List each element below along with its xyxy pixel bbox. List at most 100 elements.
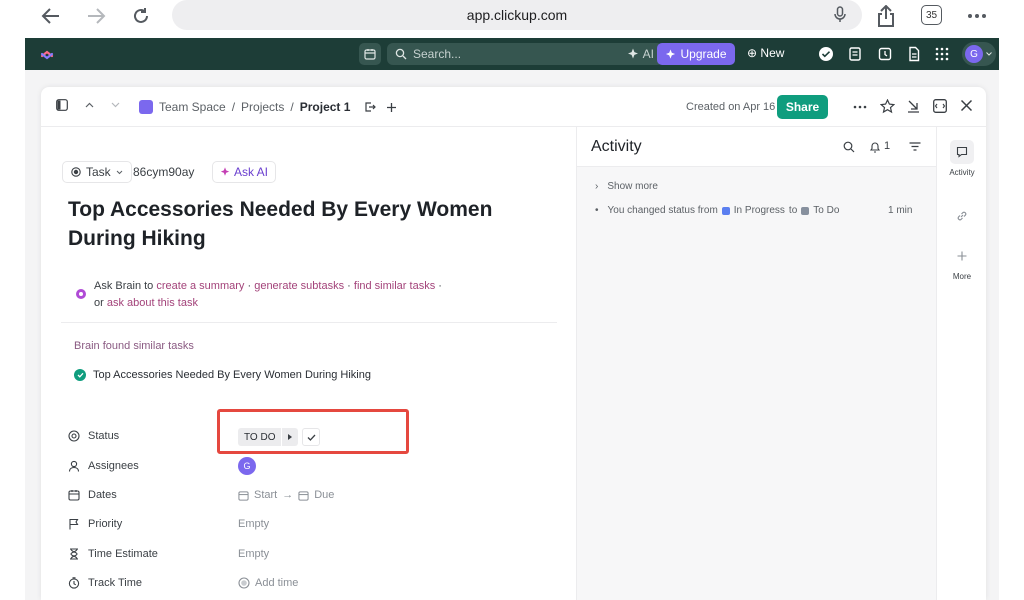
breadcrumb-folder[interactable]: Projects (241, 100, 284, 114)
document-icon[interactable] (906, 46, 922, 62)
screen-edge-left (0, 38, 25, 600)
due-date[interactable]: Due (314, 489, 334, 501)
field-assignees: Assignees G (68, 457, 528, 477)
calendar-due-icon (298, 490, 309, 501)
move-task-icon[interactable] (364, 101, 377, 113)
flag-icon (69, 518, 79, 530)
space-icon (139, 100, 153, 114)
modal-header: Team Space / Projects / Project 1 Create… (41, 87, 986, 127)
show-more-button[interactable]: › Show more (595, 181, 658, 192)
create-summary-link[interactable]: create a summary (156, 280, 244, 292)
similar-task-title: Top Accessories Needed By Every Women Du… (93, 369, 371, 381)
url-bar[interactable]: app.clickup.com (172, 0, 862, 30)
microphone-icon[interactable] (834, 6, 846, 23)
task-id[interactable]: 86cym90ay (133, 165, 194, 179)
global-search[interactable]: Search... AI (387, 43, 663, 65)
hourglass-icon (70, 548, 78, 560)
chevron-down-icon[interactable] (111, 102, 120, 108)
reload-button[interactable] (126, 4, 156, 28)
start-date[interactable]: Start (254, 489, 277, 501)
chevron-right-icon: › (595, 181, 599, 192)
separator-dot: · (347, 280, 351, 292)
dates-value[interactable]: Start → Due (238, 489, 334, 501)
more-rail-label[interactable]: More (937, 272, 986, 281)
chevron-up-icon[interactable] (85, 102, 94, 108)
share-sheet-button[interactable] (871, 4, 901, 28)
assignee-value[interactable]: G (238, 457, 256, 475)
search-ai-label[interactable]: AI (643, 47, 654, 61)
expand-icon[interactable] (933, 99, 947, 113)
share-upload-icon (878, 5, 894, 27)
similar-task-item[interactable]: Top Accessories Needed By Every Women Du… (74, 369, 371, 381)
minimize-icon[interactable] (907, 99, 920, 113)
filter-icon[interactable] (909, 142, 921, 151)
search-icon[interactable] (843, 141, 855, 153)
calendar-icon (364, 49, 376, 60)
from-status: In Progress (733, 205, 785, 216)
comment-icon (956, 146, 968, 158)
track-time-value[interactable]: Add time (238, 577, 298, 589)
activity-text: You changed status from (607, 205, 718, 216)
notepad-icon[interactable] (847, 46, 863, 62)
more-menu-button[interactable] (962, 4, 992, 28)
ask-brain-text: Ask Brain to create a summary · generate… (94, 278, 534, 312)
breadcrumb-space[interactable]: Team Space (159, 100, 226, 114)
task-type-selector[interactable]: Task (62, 161, 132, 183)
task-title[interactable]: Top Accessories Needed By Every Women Du… (68, 195, 538, 253)
task-modal: Team Space / Projects / Project 1 Create… (41, 87, 986, 600)
upgrade-sparkle-icon (666, 48, 676, 59)
timer-icon (68, 577, 80, 589)
activity-feed: › Show more • You changed status from In… (577, 167, 937, 600)
field-time-estimate: Time Estimate Empty (68, 545, 528, 565)
arrow-left-icon (41, 8, 59, 24)
apps-grid-icon[interactable] (934, 46, 950, 62)
to-status: To Do (813, 205, 840, 216)
check-circle-icon[interactable] (818, 46, 834, 62)
or-text: or (94, 297, 104, 309)
back-button[interactable] (36, 4, 66, 28)
user-avatar-menu[interactable]: G (962, 42, 996, 66)
calendar-button[interactable] (359, 43, 381, 65)
highlight-annotation-box (217, 409, 409, 454)
more-options-icon[interactable] (853, 105, 867, 109)
activity-entry: • You changed status from In Progress to… (595, 205, 925, 216)
upgrade-button[interactable]: Upgrade (657, 43, 735, 65)
activity-time: 1 min (888, 205, 913, 216)
priority-value[interactable]: Empty (238, 518, 269, 530)
generate-subtasks-link[interactable]: generate subtasks (254, 280, 344, 292)
link-icon[interactable] (956, 210, 968, 222)
star-icon[interactable] (880, 99, 895, 114)
browser-toolbar: app.clickup.com 35 (0, 0, 1024, 38)
check-circle-icon (74, 369, 86, 381)
ask-ai-button[interactable]: Ask AI (212, 161, 277, 183)
ask-brain-prefix: Ask Brain to (94, 280, 154, 292)
bell-icon[interactable] (869, 141, 881, 153)
close-icon[interactable] (960, 99, 973, 112)
plus-icon[interactable] (957, 251, 967, 261)
to-word: to (788, 205, 798, 216)
plus-icon[interactable] (386, 102, 397, 113)
separator-dot: · (438, 280, 442, 292)
activity-rail-button[interactable] (950, 140, 974, 164)
sidebar-toggle-icon[interactable] (56, 99, 68, 111)
task-type-label: Task (86, 165, 111, 179)
share-button[interactable]: Share (777, 95, 828, 119)
ask-about-task-link[interactable]: ask about this task (107, 297, 198, 309)
new-button[interactable]: ⊕ New (747, 46, 784, 60)
ellipsis-icon (968, 14, 986, 18)
ai-sparkle-icon (220, 167, 230, 176)
breadcrumb-separator: / (231, 100, 236, 114)
alarm-clock-icon[interactable] (877, 46, 893, 62)
forward-button[interactable] (81, 4, 111, 28)
activity-panel: Activity 1 › Show more • You changed sta… (576, 127, 937, 600)
tabs-button[interactable]: 35 (921, 5, 942, 25)
brain-icon (76, 289, 86, 299)
date-arrow: → (282, 489, 294, 501)
time-estimate-value[interactable]: Empty (238, 548, 269, 560)
find-similar-tasks-link[interactable]: find similar tasks (354, 280, 435, 292)
notification-count[interactable]: 1 (884, 140, 890, 152)
reload-icon (134, 8, 148, 23)
clickup-logo-icon[interactable] (39, 46, 55, 62)
breadcrumb-list[interactable]: Project 1 (300, 100, 351, 114)
field-track-time: Track Time Add time (68, 574, 528, 594)
